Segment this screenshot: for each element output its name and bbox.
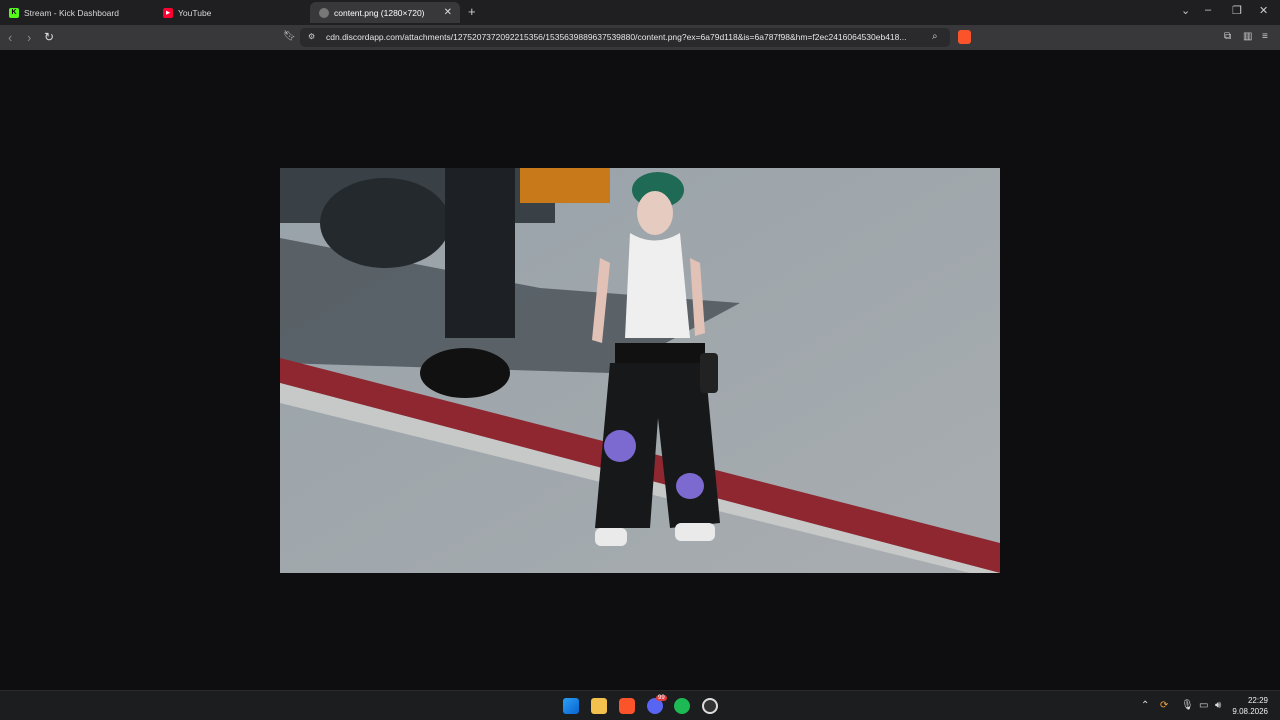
file-explorer-icon[interactable] [591,698,607,714]
app-icon[interactable] [702,698,718,714]
extensions-icon[interactable]: ⧉ [1224,31,1231,42]
system-clock[interactable]: 22:29 9.08.2026 [1232,695,1268,717]
clock-time: 22:29 [1247,696,1268,705]
restore-icon[interactable]: ❐ [1232,4,1242,17]
browser-toolbar: ‹ › ↻ 🔖︎ ⚙︎ cdn.discordapp.com/attachmen… [0,25,1280,50]
windows-taskbar: 99 ⌃ ⟳ 🎙︎ ▭ 🔊︎ 22:29 9.08.2026 [0,690,1280,720]
new-tab-button[interactable]: + [468,4,476,19]
photo-illustration [280,168,1000,573]
start-menu-icon[interactable] [563,698,579,714]
tab-title: YouTube [178,7,212,18]
site-info-icon[interactable]: ⚙︎ [308,32,315,41]
forward-icon[interactable]: › [27,30,31,45]
tab-title: content.png (1280×720) [334,7,425,18]
discord-badge: 99 [656,695,667,701]
page-viewport [0,50,1280,690]
tray-overflow-icon[interactable]: ⌃ [1141,700,1149,711]
reload-icon[interactable]: ↻ [44,30,54,44]
tray-app-icon[interactable]: ⟳ [1160,700,1168,711]
zoom-icon[interactable]: ⌕ [932,31,938,42]
tab-youtube[interactable]: ▶ YouTube [154,2,308,23]
spotify-icon[interactable] [674,698,690,714]
tab-strip: K Stream - Kick Dashboard ▶ YouTube cont… [0,0,1280,25]
close-tab-icon[interactable]: ✕ [444,7,452,18]
minimize-icon[interactable]: – [1205,4,1211,16]
network-icon[interactable]: ▭ [1199,700,1208,711]
tab-kick-dashboard[interactable]: K Stream - Kick Dashboard [0,2,154,23]
volume-icon[interactable]: 🔊︎ [1215,700,1221,711]
tab-search-icon[interactable]: ⌄ [1181,4,1190,17]
kick-icon: K [9,7,19,18]
brave-browser-icon[interactable] [619,698,635,714]
bookmark-icon[interactable]: 🔖︎ [283,31,296,42]
content-image[interactable] [280,168,1000,573]
microphone-icon[interactable]: 🎙︎ [1181,700,1194,711]
close-window-icon[interactable]: ✕ [1259,4,1268,17]
address-bar[interactable]: ⚙︎ cdn.discordapp.com/attachments/127520… [300,28,950,47]
sidebar-icon[interactable]: ▥ [1243,31,1252,42]
menu-icon[interactable]: ≡ [1262,31,1268,42]
brave-shields-icon[interactable] [958,30,971,44]
url-text[interactable]: cdn.discordapp.com/attachments/127520737… [326,32,926,42]
youtube-icon: ▶ [163,7,173,18]
clock-date: 9.08.2026 [1232,707,1268,716]
tab-title: Stream - Kick Dashboard [24,7,119,18]
back-icon[interactable]: ‹ [8,30,12,45]
tab-content-png[interactable]: content.png (1280×720) ✕ [310,2,460,23]
globe-icon [319,7,329,18]
